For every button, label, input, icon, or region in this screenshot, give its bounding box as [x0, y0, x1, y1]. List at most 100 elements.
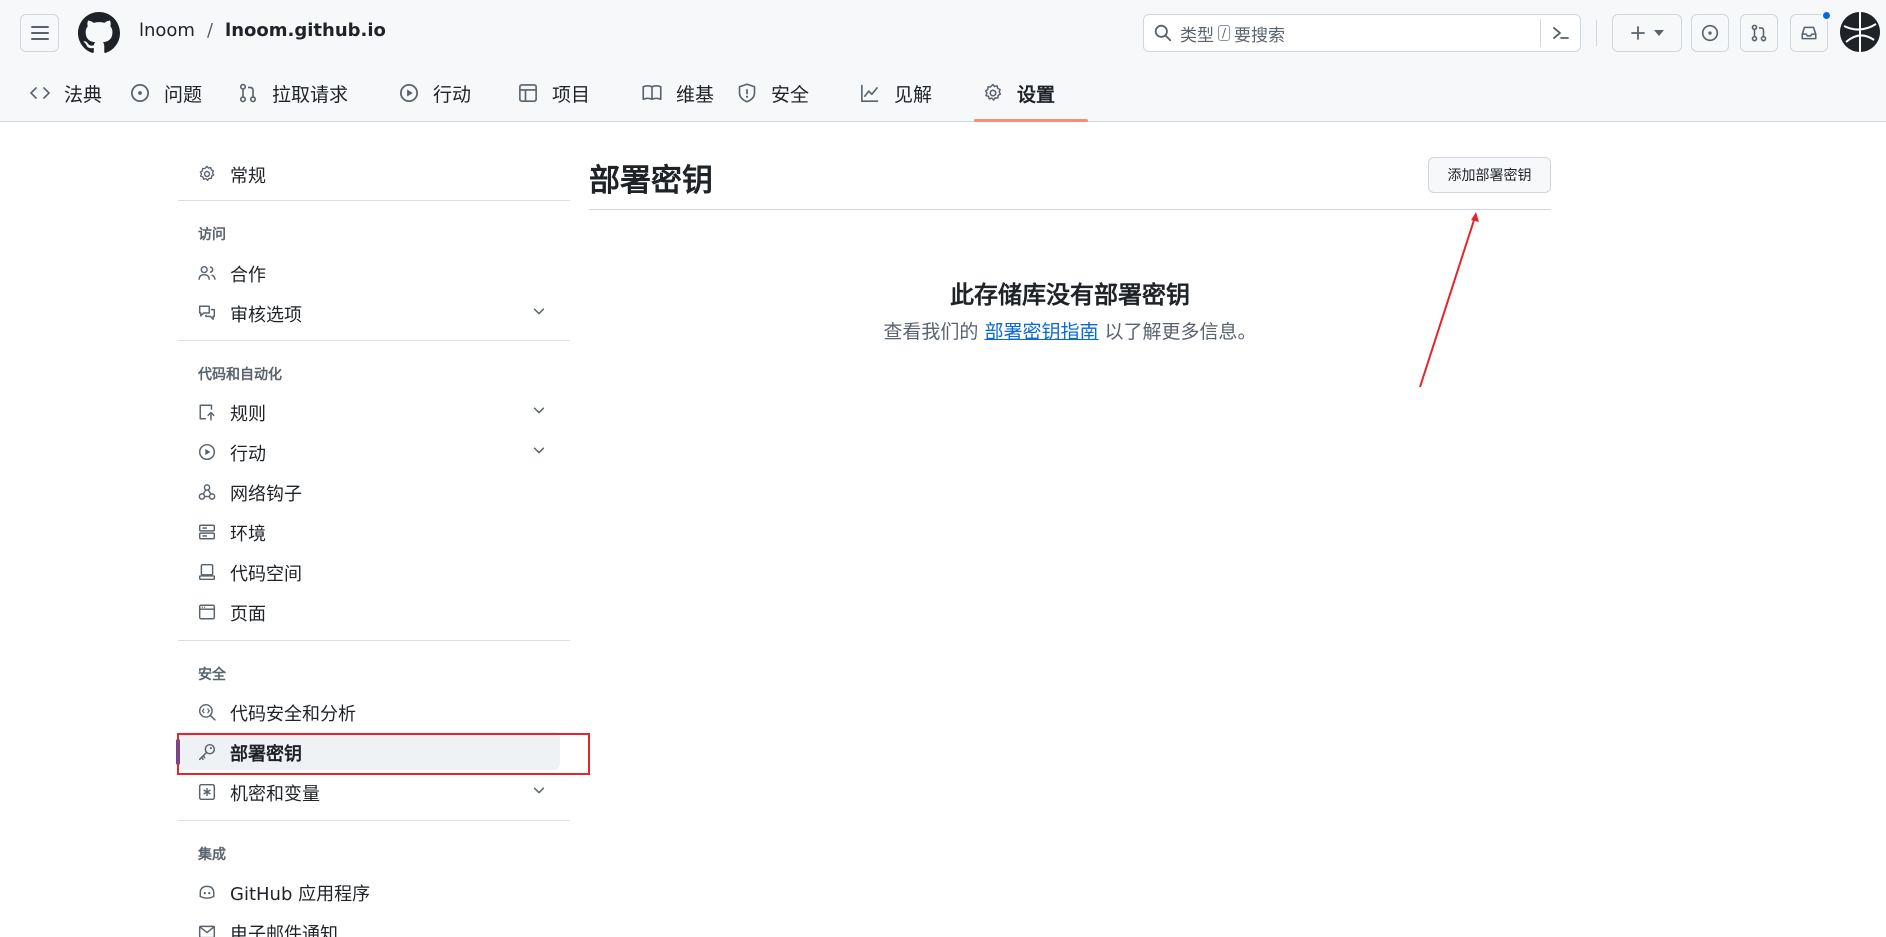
tab-actions[interactable]: 行动: [399, 64, 471, 122]
sidebar-item-label: 代码安全和分析: [230, 704, 356, 725]
sidebar-item-label: 环境: [230, 524, 266, 545]
sidebar-item-rules[interactable]: 规则: [178, 392, 570, 430]
repo-tabs: 法典 问题 拉取请求 行动 项目 维基 安全 见解 设置: [0, 64, 1886, 122]
tab-code[interactable]: 法典: [30, 64, 102, 122]
annotation-arrow: [1419, 212, 1479, 388]
search-placeholder-prefix: 类型: [1180, 25, 1214, 46]
sidebar-item-label: 行动: [230, 444, 266, 465]
inbox-icon: [1801, 26, 1817, 40]
table-icon: [519, 84, 537, 102]
chevron-down-icon[interactable]: [532, 783, 546, 797]
server-icon: [198, 523, 216, 541]
annotation-highlight-box: [177, 733, 590, 775]
command-palette-button[interactable]: [1540, 19, 1580, 47]
empty-state-prefix: 查看我们的: [883, 321, 979, 343]
sidebar-item-email-notifications[interactable]: 电子邮件通知: [178, 912, 570, 937]
sidebar-divider: [178, 640, 570, 641]
sidebar-item-webhooks[interactable]: 网络钩子: [178, 472, 570, 510]
codespaces-icon: [198, 563, 216, 581]
codescan-icon: [198, 703, 216, 721]
sidebar-item-actions[interactable]: 行动: [178, 432, 570, 470]
sidebar-item-github-apps[interactable]: GitHub 应用程序: [178, 872, 570, 910]
sidebar-item-label: 代码空间: [230, 564, 302, 585]
sidebar-item-label: 规则: [230, 404, 266, 425]
issues-button[interactable]: [1691, 14, 1729, 52]
github-logo-icon[interactable]: [78, 12, 120, 54]
sidebar-item-label: GitHub 应用程序: [230, 884, 371, 905]
page-title: 部署密钥: [589, 163, 713, 199]
tab-insights[interactable]: 见解: [860, 64, 932, 122]
breadcrumb-owner[interactable]: lnoom: [139, 20, 195, 41]
play-icon: [198, 443, 216, 461]
tab-wiki[interactable]: 维基: [642, 64, 714, 122]
sidebar-item-moderation[interactable]: 审核选项: [178, 293, 570, 331]
tab-projects[interactable]: 项目: [518, 64, 590, 122]
tab-issues[interactable]: 问题: [130, 64, 202, 122]
command-palette-icon: [1552, 27, 1569, 39]
tab-label: 行动: [433, 83, 472, 106]
search-input[interactable]: 类型 / 要搜索: [1143, 14, 1581, 52]
sidebar-item-label: 合作: [230, 265, 266, 286]
search-placeholder: 类型 / 要搜索: [1180, 21, 1285, 46]
sidebar-item-code-security[interactable]: 代码安全和分析: [178, 692, 570, 730]
sidebar-item-label: 网络钩子: [230, 484, 302, 505]
book-icon: [642, 85, 662, 101]
sidebar-heading-security: 安全: [198, 667, 226, 683]
tab-label: 项目: [552, 83, 591, 106]
tab-label: 安全: [771, 83, 810, 106]
pull-request-icon: [239, 83, 257, 103]
avatar[interactable]: [1840, 12, 1880, 52]
asterisk-icon: [198, 783, 216, 801]
webhook-icon: [198, 483, 216, 501]
tab-label: 法典: [64, 83, 103, 106]
tab-label: 见解: [894, 83, 933, 106]
global-header: lnoom / lnoom.github.io 类型 / 要搜索 法典 问题 拉…: [0, 0, 1886, 122]
search-placeholder-suffix: 要搜索: [1234, 25, 1286, 46]
code-icon: [30, 87, 50, 99]
tab-settings[interactable]: 设置: [983, 64, 1055, 122]
search-shortcut-key: /: [1218, 25, 1231, 41]
issue-icon: [131, 84, 149, 102]
comment-discussion-icon: [198, 304, 216, 322]
create-new-button[interactable]: [1612, 14, 1682, 52]
active-tab-indicator: [974, 119, 1088, 122]
sidebar-item-secrets-variables[interactable]: 机密和变量: [178, 772, 570, 810]
gear-icon: [198, 165, 216, 183]
sidebar-item-general[interactable]: 常规: [178, 154, 570, 192]
sidebar-item-label: 常规: [230, 166, 266, 187]
sidebar-heading-access: 访问: [198, 227, 226, 243]
shield-icon: [738, 83, 756, 103]
tab-security[interactable]: 安全: [737, 64, 809, 122]
repo-push-icon: [198, 403, 216, 421]
breadcrumb-repo[interactable]: lnoom.github.io: [225, 20, 386, 41]
chevron-down-icon[interactable]: [532, 304, 546, 318]
sidebar-divider: [178, 200, 570, 201]
tab-label: 问题: [164, 83, 203, 106]
empty-state-suffix: 以了解更多信息。: [1104, 321, 1257, 343]
notification-indicator: [1821, 10, 1832, 21]
people-icon: [198, 264, 216, 282]
header-divider: [1596, 20, 1597, 46]
breadcrumb: lnoom / lnoom.github.io: [139, 20, 386, 41]
sidebar-item-label: 页面: [230, 604, 266, 625]
sidebar-item-collaborators[interactable]: 合作: [178, 253, 570, 291]
breadcrumb-separator: /: [206, 20, 214, 41]
tab-label: 维基: [676, 83, 715, 106]
sidebar-divider: [178, 820, 570, 821]
triangle-down-icon: [1654, 30, 1664, 36]
chevron-down-icon[interactable]: [532, 443, 546, 457]
pull-requests-button[interactable]: [1740, 14, 1778, 52]
tab-label: 设置: [1017, 83, 1056, 106]
chevron-down-icon[interactable]: [532, 403, 546, 417]
sidebar-heading-code-automation: 代码和自动化: [198, 367, 282, 383]
deploy-keys-guide-link[interactable]: 部署密钥指南: [984, 321, 1098, 343]
avatar-icon: [1840, 12, 1880, 52]
sidebar-item-codespaces[interactable]: 代码空间: [178, 552, 570, 590]
sidebar-heading-integrations: 集成: [198, 847, 226, 863]
sidebar-item-pages[interactable]: 页面: [178, 592, 570, 630]
menu-button[interactable]: [20, 14, 59, 52]
play-icon: [400, 84, 418, 102]
tab-pull-requests[interactable]: 拉取请求: [238, 64, 348, 122]
add-deploy-key-button[interactable]: 添加部署密钥: [1428, 157, 1551, 193]
sidebar-item-environments[interactable]: 环境: [178, 512, 570, 550]
